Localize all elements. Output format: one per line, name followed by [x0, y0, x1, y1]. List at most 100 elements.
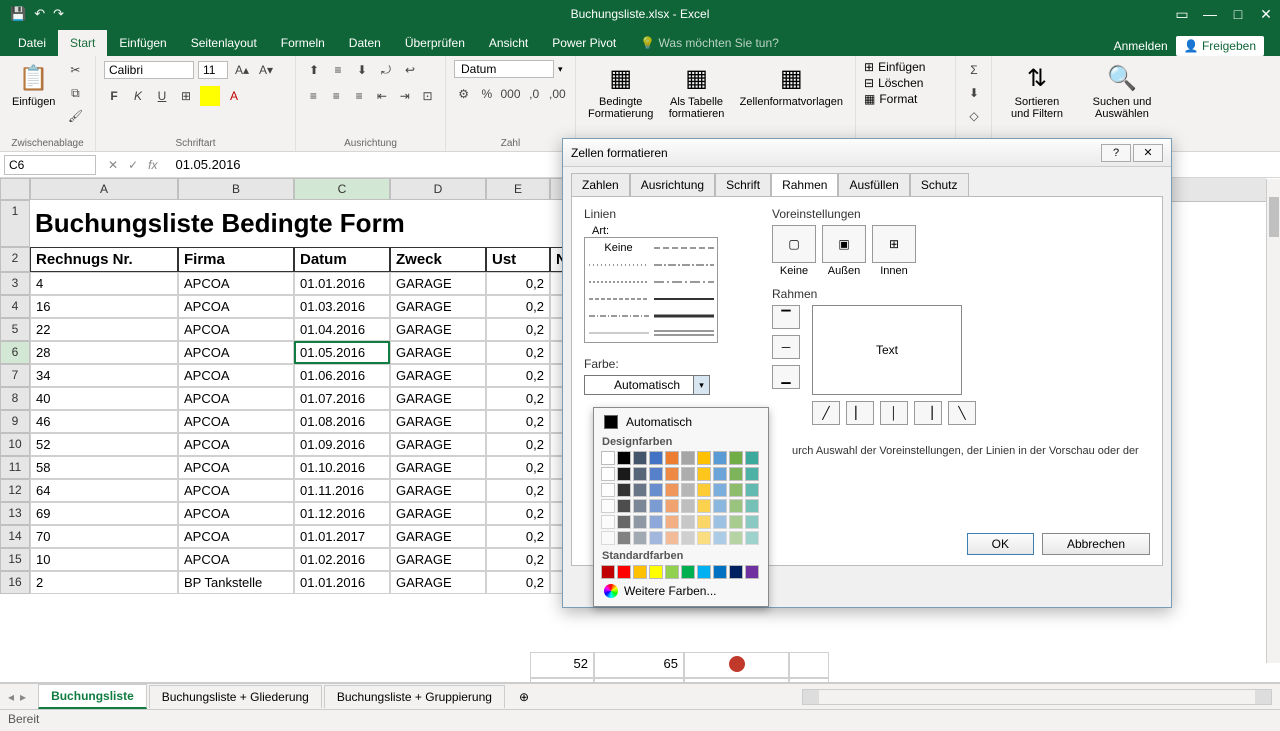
- cell-E12[interactable]: 0,2: [486, 479, 550, 502]
- percent-icon[interactable]: %: [477, 84, 496, 104]
- cell-D16[interactable]: GARAGE: [390, 571, 486, 594]
- cell-C4[interactable]: 01.03.2016: [294, 295, 390, 318]
- color-swatch[interactable]: [665, 565, 679, 579]
- color-swatch[interactable]: [633, 565, 647, 579]
- cell-C8[interactable]: 01.07.2016: [294, 387, 390, 410]
- cell-C16[interactable]: 01.01.2016: [294, 571, 390, 594]
- color-swatch[interactable]: [745, 467, 759, 481]
- cell-B10[interactable]: APCOA: [178, 433, 294, 456]
- currency-icon[interactable]: ⚙: [454, 84, 473, 104]
- qat-undo-icon[interactable]: ↶: [34, 6, 45, 22]
- border-hmid-icon[interactable]: ─: [772, 335, 800, 359]
- color-swatch[interactable]: [681, 531, 695, 545]
- new-sheet-icon[interactable]: ⊕: [507, 690, 541, 704]
- fx-icon[interactable]: fx: [148, 158, 157, 172]
- color-swatch[interactable]: [665, 531, 679, 545]
- cell-B5[interactable]: APCOA: [178, 318, 294, 341]
- cell-B4[interactable]: APCOA: [178, 295, 294, 318]
- cell-D3[interactable]: GARAGE: [390, 272, 486, 295]
- dlg-tab-ausfuellen[interactable]: Ausfüllen: [838, 173, 909, 196]
- color-swatch[interactable]: [713, 565, 727, 579]
- row-3[interactable]: 3: [0, 272, 30, 295]
- row-10[interactable]: 10: [0, 433, 30, 456]
- color-swatch[interactable]: [729, 499, 743, 513]
- align-center-icon[interactable]: ≡: [327, 86, 346, 106]
- sheet-tab-3[interactable]: Buchungsliste + Gruppierung: [324, 685, 505, 708]
- row-12[interactable]: 12: [0, 479, 30, 502]
- cell-A12[interactable]: 64: [30, 479, 178, 502]
- copy-icon[interactable]: ⧉: [65, 83, 85, 103]
- cell-H16[interactable]: 54,89: [594, 678, 684, 683]
- fill-color-button[interactable]: [200, 86, 220, 106]
- color-swatch[interactable]: [713, 467, 727, 481]
- inc-indent-icon[interactable]: ⇥: [395, 86, 414, 106]
- row-13[interactable]: 13: [0, 502, 30, 525]
- dlg-tab-zahlen[interactable]: Zahlen: [571, 173, 630, 196]
- cell-D13[interactable]: GARAGE: [390, 502, 486, 525]
- color-dropdown[interactable]: Automatisch▾: [584, 375, 710, 395]
- cut-icon[interactable]: ✂: [65, 60, 85, 80]
- cell-E15[interactable]: 0,2: [486, 548, 550, 571]
- ribbon-options-icon[interactable]: ▭: [1168, 0, 1196, 28]
- cell-C7[interactable]: 01.06.2016: [294, 364, 390, 387]
- color-swatch[interactable]: [729, 515, 743, 529]
- cell-C6[interactable]: 01.05.2016: [294, 341, 390, 364]
- cell-dot-16[interactable]: [684, 678, 789, 683]
- color-swatch[interactable]: [681, 565, 695, 579]
- maximize-icon[interactable]: □: [1224, 0, 1252, 28]
- font-name-input[interactable]: Calibri: [104, 61, 194, 79]
- cell-H15[interactable]: 65: [594, 652, 684, 678]
- sheet-tab-1[interactable]: Buchungsliste: [38, 684, 147, 709]
- color-swatch[interactable]: [729, 451, 743, 465]
- cell-C5[interactable]: 01.04.2016: [294, 318, 390, 341]
- freigeben-button[interactable]: 👤 Freigeben: [1176, 36, 1264, 56]
- col-A[interactable]: A: [30, 178, 178, 200]
- tab-ueberpruefen[interactable]: Überprüfen: [393, 30, 477, 56]
- col-D[interactable]: D: [390, 178, 486, 200]
- color-swatch[interactable]: [649, 565, 663, 579]
- cancel-button[interactable]: Abbrechen: [1042, 533, 1150, 555]
- border-vmid-icon[interactable]: │: [880, 401, 908, 425]
- paste-button[interactable]: 📋Einfügen: [8, 60, 59, 110]
- cell-C3[interactable]: 01.01.2016: [294, 272, 390, 295]
- align-middle-icon[interactable]: ≡: [328, 60, 348, 80]
- shrink-font-icon[interactable]: A▾: [256, 60, 276, 80]
- cell-C15[interactable]: 01.02.2016: [294, 548, 390, 571]
- cell-C10[interactable]: 01.09.2016: [294, 433, 390, 456]
- cell-E10[interactable]: 0,2: [486, 433, 550, 456]
- find-select-button[interactable]: 🔍Suchen und Auswählen: [1080, 60, 1164, 122]
- autosum-icon[interactable]: Σ: [964, 60, 984, 80]
- tellme-input[interactable]: 💡 Was möchten Sie tun?: [628, 30, 791, 56]
- cell-A14[interactable]: 70: [30, 525, 178, 548]
- color-swatch[interactable]: [633, 531, 647, 545]
- inc-decimal-icon[interactable]: ,0: [525, 84, 544, 104]
- color-swatch[interactable]: [617, 499, 631, 513]
- cell-A7[interactable]: 34: [30, 364, 178, 387]
- cell-A13[interactable]: 69: [30, 502, 178, 525]
- hdr-zweck[interactable]: Zweck: [390, 247, 486, 272]
- underline-button[interactable]: U: [152, 86, 172, 106]
- vertical-scrollbar[interactable]: [1269, 197, 1279, 237]
- grow-font-icon[interactable]: A▴: [232, 60, 252, 80]
- cell-E6[interactable]: 0,2: [486, 341, 550, 364]
- tab-daten[interactable]: Daten: [337, 30, 393, 56]
- color-swatch[interactable]: [745, 499, 759, 513]
- color-swatch[interactable]: [601, 483, 615, 497]
- more-colors-option[interactable]: Weitere Farben...: [598, 580, 764, 602]
- clear-icon[interactable]: ◇: [964, 106, 984, 126]
- cell-B3[interactable]: APCOA: [178, 272, 294, 295]
- number-format-dropdown[interactable]: Datum: [454, 60, 554, 78]
- name-box[interactable]: C6: [4, 155, 96, 175]
- dlg-tab-schutz[interactable]: Schutz: [910, 173, 969, 196]
- cell-D5[interactable]: GARAGE: [390, 318, 486, 341]
- cell-E16[interactable]: 0,2: [486, 571, 550, 594]
- cell-D11[interactable]: GARAGE: [390, 456, 486, 479]
- tab-formeln[interactable]: Formeln: [269, 30, 337, 56]
- dlg-tab-rahmen[interactable]: Rahmen: [771, 173, 838, 196]
- cell-E7[interactable]: 0,2: [486, 364, 550, 387]
- tab-ansicht[interactable]: Ansicht: [477, 30, 540, 56]
- color-swatch[interactable]: [665, 483, 679, 497]
- cell-B8[interactable]: APCOA: [178, 387, 294, 410]
- dialog-close-icon[interactable]: ✕: [1133, 144, 1163, 162]
- preset-none[interactable]: ▢: [772, 225, 816, 263]
